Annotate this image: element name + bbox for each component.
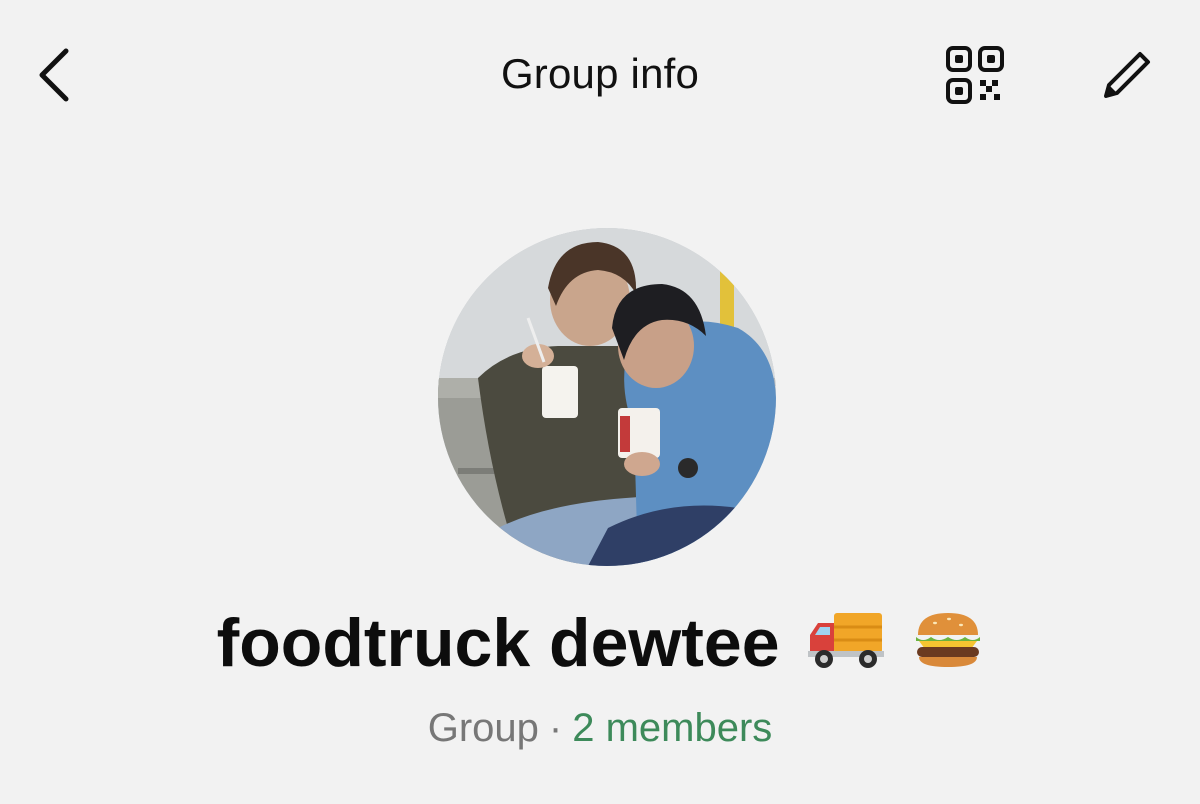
hamburger-emoji (913, 609, 983, 687)
group-name: foodtruck dewtee (0, 604, 1200, 687)
back-button[interactable] (30, 45, 80, 105)
qr-code-button[interactable] (944, 44, 1006, 106)
page-title: Group info (500, 50, 700, 97)
edit-button[interactable] (1098, 46, 1156, 104)
group-type-label: Group (427, 706, 539, 750)
group-name-text: foodtruck dewtee (216, 605, 780, 681)
delivery-truck-emoji (806, 609, 886, 687)
members-link[interactable]: 2 members (572, 706, 772, 750)
separator-dot: · (548, 706, 563, 750)
group-avatar[interactable]: 4 (438, 228, 776, 566)
header-bar: Group info (0, 0, 1200, 150)
group-photo-image: 4 (438, 228, 776, 566)
chevron-left-icon (39, 48, 69, 102)
qr-code-icon (946, 46, 1004, 104)
group-subtitle: Group · 2 members (0, 706, 1200, 751)
pencil-icon (1104, 52, 1150, 98)
